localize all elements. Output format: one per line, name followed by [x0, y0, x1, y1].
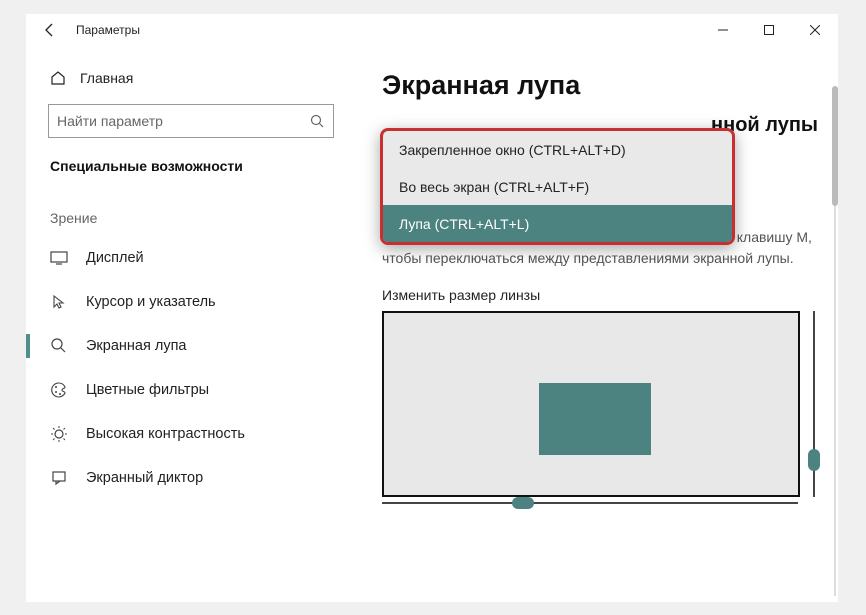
sidebar-item-display[interactable]: Дисплей [26, 236, 356, 280]
close-icon [810, 25, 820, 35]
palette-icon [50, 381, 68, 399]
sidebar-item-label: Цветные фильтры [86, 382, 209, 398]
view-mode-dropdown[interactable]: Закрепленное окно (CTRL+ALT+D) Во весь э… [380, 128, 735, 245]
sidebar-item-label: Высокая контрастность [86, 426, 245, 442]
settings-window: Параметры Главная [26, 14, 838, 602]
home-label: Главная [80, 70, 133, 86]
back-button[interactable] [26, 14, 74, 46]
minimize-button[interactable] [700, 14, 746, 46]
narrator-icon [50, 469, 68, 487]
cursor-icon [50, 293, 68, 311]
sidebar-item-magnifier[interactable]: Экранная лупа [26, 324, 356, 368]
slider-track [382, 502, 798, 504]
sidebar-item-label: Экранный диктор [86, 470, 203, 486]
maximize-icon [764, 25, 774, 35]
lens-height-slider[interactable] [806, 311, 822, 497]
lens-preview-area [382, 311, 822, 511]
lens-width-slider[interactable] [382, 495, 798, 511]
sidebar-item-label: Экранная лупа [86, 338, 186, 354]
nav-list: Дисплей Курсор и указатель Экранная лупа [26, 236, 356, 500]
sidebar: Главная Специальные возможности Зрение [26, 46, 356, 602]
dropdown-option-docked[interactable]: Закрепленное окно (CTRL+ALT+D) [383, 131, 732, 168]
titlebar: Параметры [26, 14, 838, 46]
display-icon [50, 249, 68, 267]
option-label: Лупа (CTRL+ALT+L) [399, 216, 529, 232]
dropdown-option-fullscreen[interactable]: Во весь экран (CTRL+ALT+F) [383, 168, 732, 205]
scrollbar-thumb[interactable] [832, 86, 838, 206]
sidebar-item-narrator[interactable]: Экранный диктор [26, 456, 356, 500]
search-icon [309, 113, 325, 129]
window-controls [700, 14, 838, 46]
sidebar-item-label: Дисплей [86, 250, 144, 266]
window-title: Параметры [74, 23, 700, 37]
option-label: Закрепленное окно (CTRL+ALT+D) [399, 142, 626, 158]
option-label: Во весь экран (CTRL+ALT+F) [399, 179, 589, 195]
search-field[interactable] [57, 113, 309, 129]
dropdown-option-lens[interactable]: Лупа (CTRL+ALT+L) [383, 205, 732, 242]
sidebar-item-high-contrast[interactable]: Высокая контрастность [26, 412, 356, 456]
slider-thumb[interactable] [512, 497, 534, 509]
sidebar-item-label: Курсор и указатель [86, 294, 216, 310]
close-button[interactable] [792, 14, 838, 46]
contrast-icon [50, 425, 68, 443]
section-heading: Специальные возможности [26, 150, 356, 192]
sidebar-item-color-filters[interactable]: Цветные фильтры [26, 368, 356, 412]
maximize-button[interactable] [746, 14, 792, 46]
sidebar-item-cursor[interactable]: Курсор и указатель [26, 280, 356, 324]
page-title: Экранная лупа [382, 70, 818, 101]
magnifier-icon [50, 337, 68, 355]
lens-frame [382, 311, 800, 497]
home-icon [50, 70, 66, 86]
search-input[interactable] [48, 104, 334, 138]
lens-rect [539, 383, 651, 455]
slider-thumb[interactable] [808, 449, 820, 471]
minimize-icon [718, 25, 728, 35]
lens-size-label: Изменить размер линзы [382, 287, 818, 303]
home-nav[interactable]: Главная [26, 58, 356, 98]
sidebar-subhead: Зрение [26, 192, 356, 236]
